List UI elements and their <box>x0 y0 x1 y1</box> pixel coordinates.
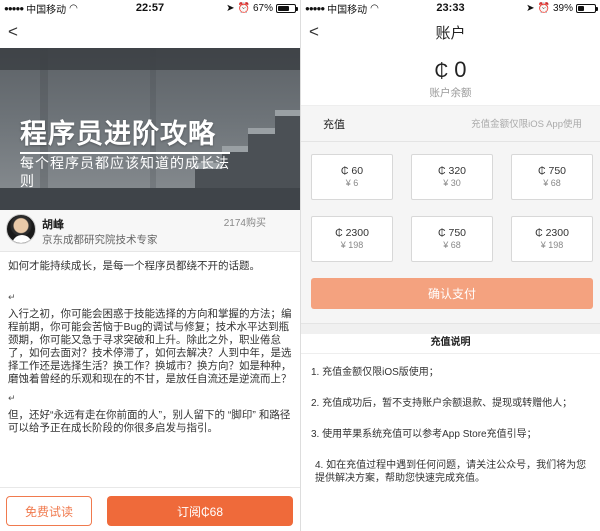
recharge-option[interactable]: ₵ 750 ¥ 68 <box>411 216 493 262</box>
back-button[interactable]: < <box>8 22 18 42</box>
status-bar: ●●●●● 中国移动 ◠ 22:57 ➤ ⏰ 67% <box>0 0 300 16</box>
recharge-label: 充值 <box>323 119 345 131</box>
recharge-option[interactable]: ₵ 750 ¥ 68 <box>511 154 593 200</box>
rule-item: 2. 充值成功后，暂不支持账户余额退款、提现或转赠他人； <box>311 398 573 409</box>
page-title: 账户 <box>435 24 466 42</box>
recharge-note: 充值金额仅限iOS App使用 <box>471 119 582 130</box>
status-time: 23:33 <box>436 2 465 14</box>
author-name: 胡峰 <box>42 219 64 231</box>
battery-icon <box>276 3 298 13</box>
pay-section: 确认支付 <box>301 272 600 324</box>
author-row: 胡峰 京东成都研究院技术专家 2174购买 <box>0 210 300 252</box>
course-intro: 如何才能持续成长，是每一个程序员都绕不开的话题。 ↵ 入行之初，你可能会困惑于技… <box>0 252 300 435</box>
return-mark: ↵ <box>8 393 16 403</box>
option-price: ¥ 198 <box>340 240 364 250</box>
option-price: ¥ 198 <box>540 240 564 250</box>
course-banner: 程序员进阶攻略 每个程序员都应该知道的成长法则 <box>0 48 300 210</box>
course-title-b: 进阶攻略 <box>104 119 216 149</box>
intro-paragraph-2: 入行之初，你可能会困惑于技能选择的方向和掌握的方法；编程前期，你可能会苦恼于Bu… <box>8 308 292 385</box>
option-amount: ₵ 60 <box>340 165 364 177</box>
course-title: 程序员进阶攻略 <box>20 112 216 151</box>
rule-item: 1. 充值金额仅限iOS版使用； <box>311 367 439 378</box>
recharge-option[interactable]: ₵ 2300 ¥ 198 <box>511 216 593 262</box>
option-price: ¥ 6 <box>345 178 359 188</box>
section-divider <box>301 324 600 334</box>
back-button[interactable]: < <box>309 22 319 42</box>
course-subtitle: 每个程序员都应该知道的成长法则 <box>20 152 230 190</box>
explain-title: 充值说明 <box>301 334 600 354</box>
course-title-a: 程序员 <box>20 119 104 149</box>
rule-item: 4. 如在充值过程中遇到任何问题，请关注公众号，我们将为您提供解决方案，帮助您快… <box>315 460 587 484</box>
recharge-rules: 1. 充值金额仅限iOS版使用； 2. 充值成功后，暂不支持账户余额退款、提现或… <box>301 354 600 485</box>
nav-bar: < <box>0 16 300 48</box>
balance-label: 账户余额 <box>429 87 472 99</box>
status-time: 22:57 <box>135 2 165 14</box>
option-price: ¥ 68 <box>543 178 561 188</box>
avatar <box>6 214 36 244</box>
coin-icon: ₵ <box>434 61 449 82</box>
nav-bar: < 账户 <box>301 16 600 48</box>
balance-panel: ₵ 0 账户余额 <box>301 48 600 106</box>
intro-paragraph-1: 如何才能持续成长，是每一个程序员都绕不开的话题。 <box>8 260 260 272</box>
course-detail-screen: ●●●●● 中国移动 ◠ 22:57 ➤ ⏰ 67% < 程序员进阶攻略 每个程… <box>0 0 300 531</box>
recharge-option[interactable]: ₵ 320 ¥ 30 <box>411 154 493 200</box>
balance-amount: ₵ 0 <box>301 48 600 84</box>
intro-paragraph-3: 但，还好“永远有走在你前面的人”，别人留下的 “脚印” 和路径可以给予正在成长阶… <box>8 409 291 434</box>
bottom-action-bar: 免费试读 订阅₵68 <box>0 487 300 531</box>
balance-value: 0 <box>454 57 467 82</box>
option-price: ¥ 68 <box>443 240 461 250</box>
option-amount: ₵ 320 <box>437 165 467 177</box>
recharge-option[interactable]: ₵ 2300 ¥ 198 <box>311 216 393 262</box>
status-bar: ●●●●● 中国移动 ◠ 23:33 ➤ ⏰ 39% <box>301 0 600 16</box>
option-amount: ₵ 750 <box>437 227 467 239</box>
battery-icon <box>576 3 598 13</box>
account-screen: ●●●●● 中国移动 ◠ 23:33 ➤ ⏰ 39% < 账户 ₵ 0 账户余额 … <box>300 0 600 531</box>
subscribe-button[interactable]: 订阅₵68 <box>107 496 293 526</box>
return-mark: ↵ <box>8 292 16 302</box>
option-amount: ₵ 750 <box>537 165 567 177</box>
recharge-options: ₵ 60 ¥ 6 ₵ 320 ¥ 30 ₵ 750 ¥ 68 ₵ 2300 ¥ … <box>301 142 600 272</box>
confirm-pay-button[interactable]: 确认支付 <box>311 278 593 309</box>
recharge-header: 充值 充值金额仅限iOS App使用 <box>301 106 600 142</box>
free-trial-button[interactable]: 免费试读 <box>6 496 92 526</box>
option-price: ¥ 30 <box>443 178 461 188</box>
purchase-count: 2174购买 <box>223 218 266 229</box>
recharge-option[interactable]: ₵ 60 ¥ 6 <box>311 154 393 200</box>
option-amount: ₵ 2300 <box>535 227 569 239</box>
rule-item: 3. 使用苹果系统充值可以参考App Store充值引导； <box>311 429 537 440</box>
author-role: 京东成都研究院技术专家 <box>42 234 158 246</box>
option-amount: ₵ 2300 <box>335 227 369 239</box>
